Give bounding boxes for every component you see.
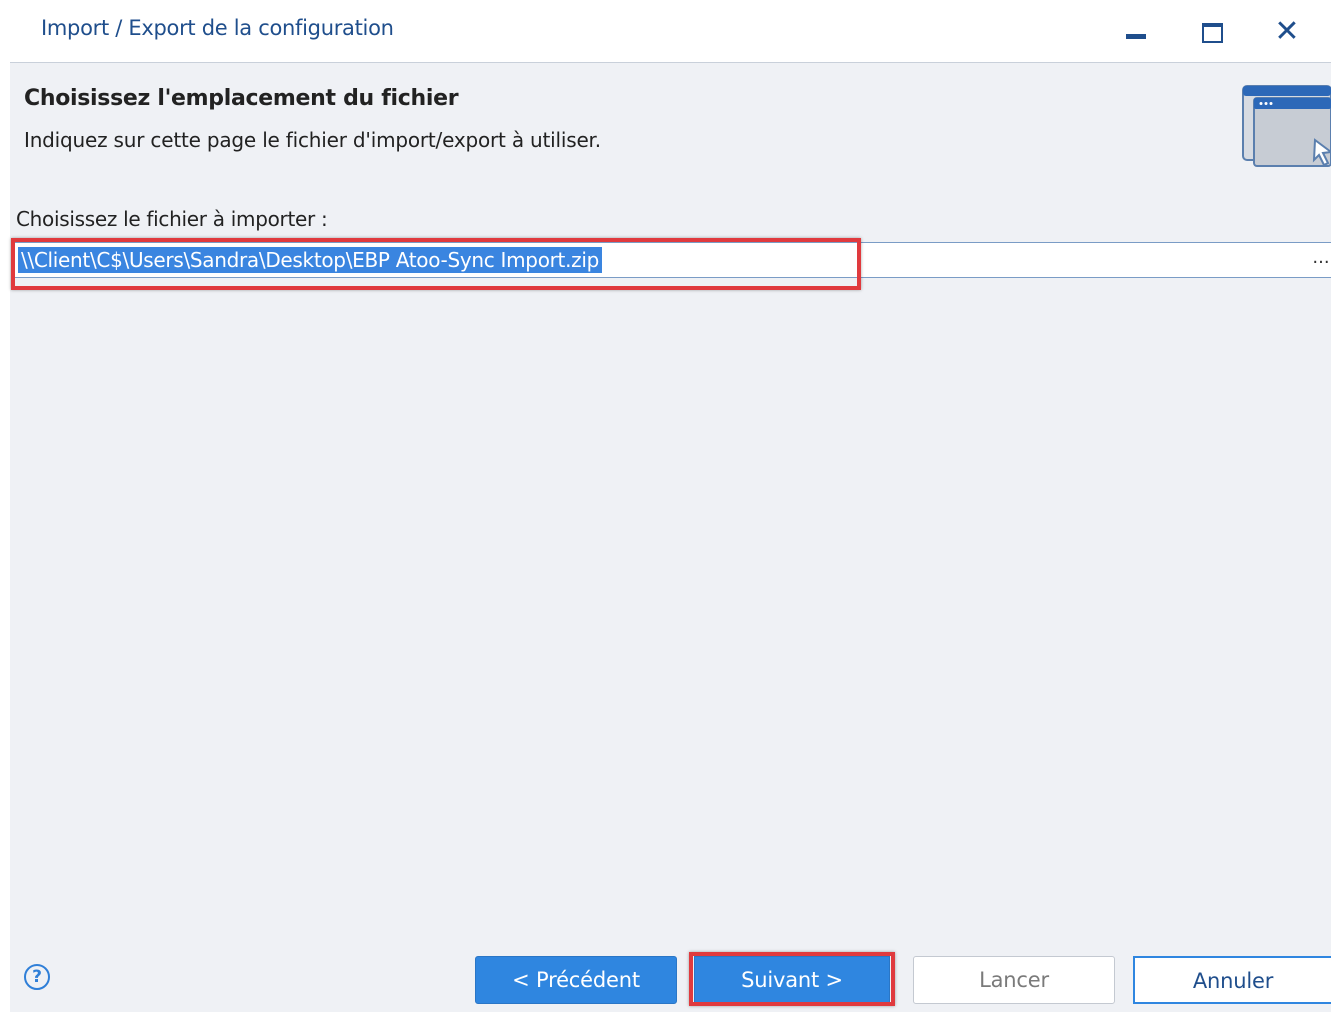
maximize-icon: [1202, 23, 1223, 43]
file-path-value: \\Client\C$\Users\Sandra\Desktop\EBP Ato…: [18, 247, 602, 273]
wizard-body: [10, 63, 1331, 1012]
title-bar: Import / Export de la configuration ✕: [0, 0, 1331, 62]
close-icon: ✕: [1274, 14, 1300, 49]
close-button[interactable]: ✕: [1264, 10, 1308, 54]
next-button[interactable]: Suivant >: [694, 956, 890, 1004]
minimize-icon: [1126, 34, 1146, 39]
file-path-input[interactable]: \\Client\C$\Users\Sandra\Desktop\EBP Ato…: [14, 242, 1331, 278]
help-icon[interactable]: ?: [24, 964, 50, 990]
cancel-button[interactable]: Annuler: [1133, 956, 1331, 1004]
window-title: Import / Export de la configuration: [41, 16, 394, 40]
browse-button[interactable]: ...: [1311, 243, 1331, 277]
launch-button[interactable]: Lancer: [913, 956, 1115, 1004]
maximize-button[interactable]: [1190, 10, 1234, 54]
file-field-label: Choisissez le fichier à importer :: [16, 207, 328, 231]
previous-button[interactable]: < Précédent: [475, 956, 677, 1004]
minimize-button[interactable]: [1116, 10, 1160, 54]
step-description: Indiquez sur cette page le fichier d'imp…: [24, 128, 601, 152]
import-export-dialog: Import / Export de la configuration ✕ Ch…: [0, 0, 1331, 1012]
window-cursor-icon: [1242, 85, 1331, 167]
step-title: Choisissez l'emplacement du fichier: [24, 86, 459, 111]
